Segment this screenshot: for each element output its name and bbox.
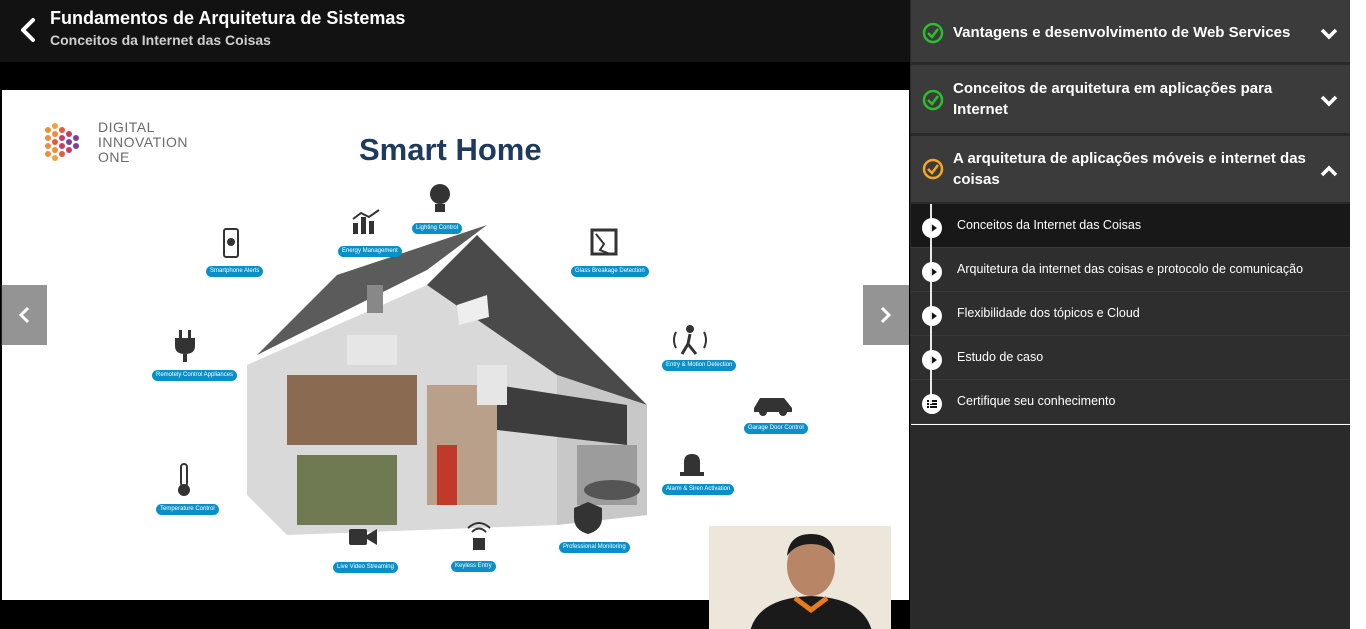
next-slide-button[interactable]	[863, 285, 909, 345]
section-web-services[interactable]: Vantagens e desenvolvimento de Web Servi…	[911, 0, 1350, 64]
video-camera-icon	[349, 529, 377, 545]
slide-title: Smart Home	[359, 132, 542, 167]
chevron-down-icon	[1320, 28, 1338, 40]
lesson-label: Flexibilidade dos tópicos e Cloud	[957, 306, 1140, 320]
lesson-item[interactable]: Conceitos da Internet das Coisas	[911, 204, 1350, 248]
label-professional-monitoring: Professional Monitoring	[559, 542, 630, 553]
play-circle-icon	[922, 262, 942, 282]
course-title: Fundamentos de Arquitetura de Sistemas	[50, 8, 406, 28]
section-mobile-iot[interactable]: A arquitetura de aplicações móveis e int…	[911, 136, 1350, 204]
logo-line: INNOVATION	[98, 134, 189, 150]
security-badge-icon	[574, 502, 602, 534]
chevron-right-icon	[880, 306, 892, 324]
instructor-avatar	[709, 526, 891, 629]
lesson-label: Certifique seu conhecimento	[957, 394, 1116, 408]
lesson-list: Conceitos da Internet das Coisas Arquite…	[910, 204, 1350, 426]
player-header: Fundamentos de Arquitetura de Sistemas C…	[0, 0, 910, 62]
car-icon	[754, 398, 792, 416]
keyless-entry-icon	[467, 522, 491, 550]
lesson-timeline	[930, 204, 932, 404]
plug-icon	[175, 330, 195, 362]
label-lighting-control: Lighting Control	[412, 223, 463, 234]
section-title: Vantagens e desenvolvimento de Web Servi…	[953, 24, 1291, 41]
course-player: Fundamentos de Arquitetura de Sistemas C…	[0, 0, 1366, 629]
label-smartphone-alerts: Smartphone Alerts	[206, 266, 264, 277]
play-circle-icon	[922, 350, 942, 370]
lesson-label: Arquitetura da internet das coisas e pro…	[957, 262, 1304, 276]
video-player[interactable]: DIGITAL INNOVATION ONE Smart Home Smartp…	[0, 62, 910, 629]
divider	[911, 424, 1351, 425]
slide-frame: DIGITAL INNOVATION ONE Smart Home Smartp…	[2, 90, 909, 600]
section-title: A arquitetura de aplicações móveis e int…	[953, 150, 1306, 188]
chevron-down-icon	[1320, 95, 1338, 107]
label-remote-appliances: Remotely Control Appliances	[152, 370, 238, 381]
chevron-up-icon	[1320, 165, 1338, 177]
logo-line: ONE	[98, 149, 130, 165]
dio-logo-text: DIGITAL INNOVATION ONE	[98, 120, 188, 165]
instructor-webcam	[709, 526, 891, 629]
glass-break-icon	[590, 228, 618, 256]
play-circle-icon	[922, 218, 942, 238]
thermometer-icon	[178, 463, 190, 496]
siren-icon	[680, 454, 704, 476]
list-circle-icon	[922, 394, 942, 414]
back-button[interactable]	[16, 16, 42, 44]
chevron-left-icon	[21, 18, 35, 42]
label-garage-door: Garage Door Control	[744, 423, 808, 434]
label-alarm-siren: Alarm & Siren Activation	[662, 484, 735, 495]
lesson-item[interactable]: Estudo de caso	[911, 336, 1350, 380]
label-keyless-entry: Keyless Entry	[451, 561, 496, 572]
energy-chart-icon	[352, 209, 380, 234]
lesson-item[interactable]: Arquitetura da internet das coisas e pro…	[911, 248, 1350, 292]
course-sidebar: Vantagens e desenvolvimento de Web Servi…	[910, 0, 1366, 629]
section-internet-apps[interactable]: Conceitos de arquitetura em aplicações p…	[911, 65, 1350, 135]
section-title: Conceitos de arquitetura em aplicações p…	[953, 80, 1273, 118]
in-progress-check-icon	[922, 158, 944, 180]
label-temperature: Temperature Control	[156, 504, 219, 515]
label-glass-breakage: Glass Breakage Detection	[571, 266, 649, 277]
play-circle-icon	[922, 306, 942, 326]
lesson-item[interactable]: Flexibilidade dos tópicos e Cloud	[911, 292, 1350, 336]
label-live-video: Live Video Streaming	[333, 562, 398, 573]
smartphone-icon	[223, 228, 239, 258]
motion-sensor-icon	[673, 325, 707, 355]
lesson-title: Conceitos da Internet das Coisas	[50, 32, 271, 48]
check-circle-icon	[922, 22, 944, 44]
lesson-label: Conceitos da Internet das Coisas	[957, 218, 1142, 232]
lesson-label: Estudo de caso	[957, 350, 1044, 364]
lightbulb-icon	[430, 184, 450, 212]
label-energy-management: Energy Management	[338, 246, 402, 257]
label-entry-motion: Entry & Motion Detection	[662, 360, 737, 371]
chevron-left-icon	[18, 306, 30, 324]
previous-slide-button[interactable]	[1, 285, 47, 345]
smart-home-illustration	[247, 225, 647, 535]
logo-line: DIGITAL	[98, 119, 155, 135]
dio-logo-icon	[45, 123, 79, 161]
lesson-item[interactable]: Certifique seu conhecimento	[911, 380, 1350, 424]
check-circle-icon	[922, 89, 944, 111]
scrollbar-track[interactable]	[1350, 0, 1366, 629]
